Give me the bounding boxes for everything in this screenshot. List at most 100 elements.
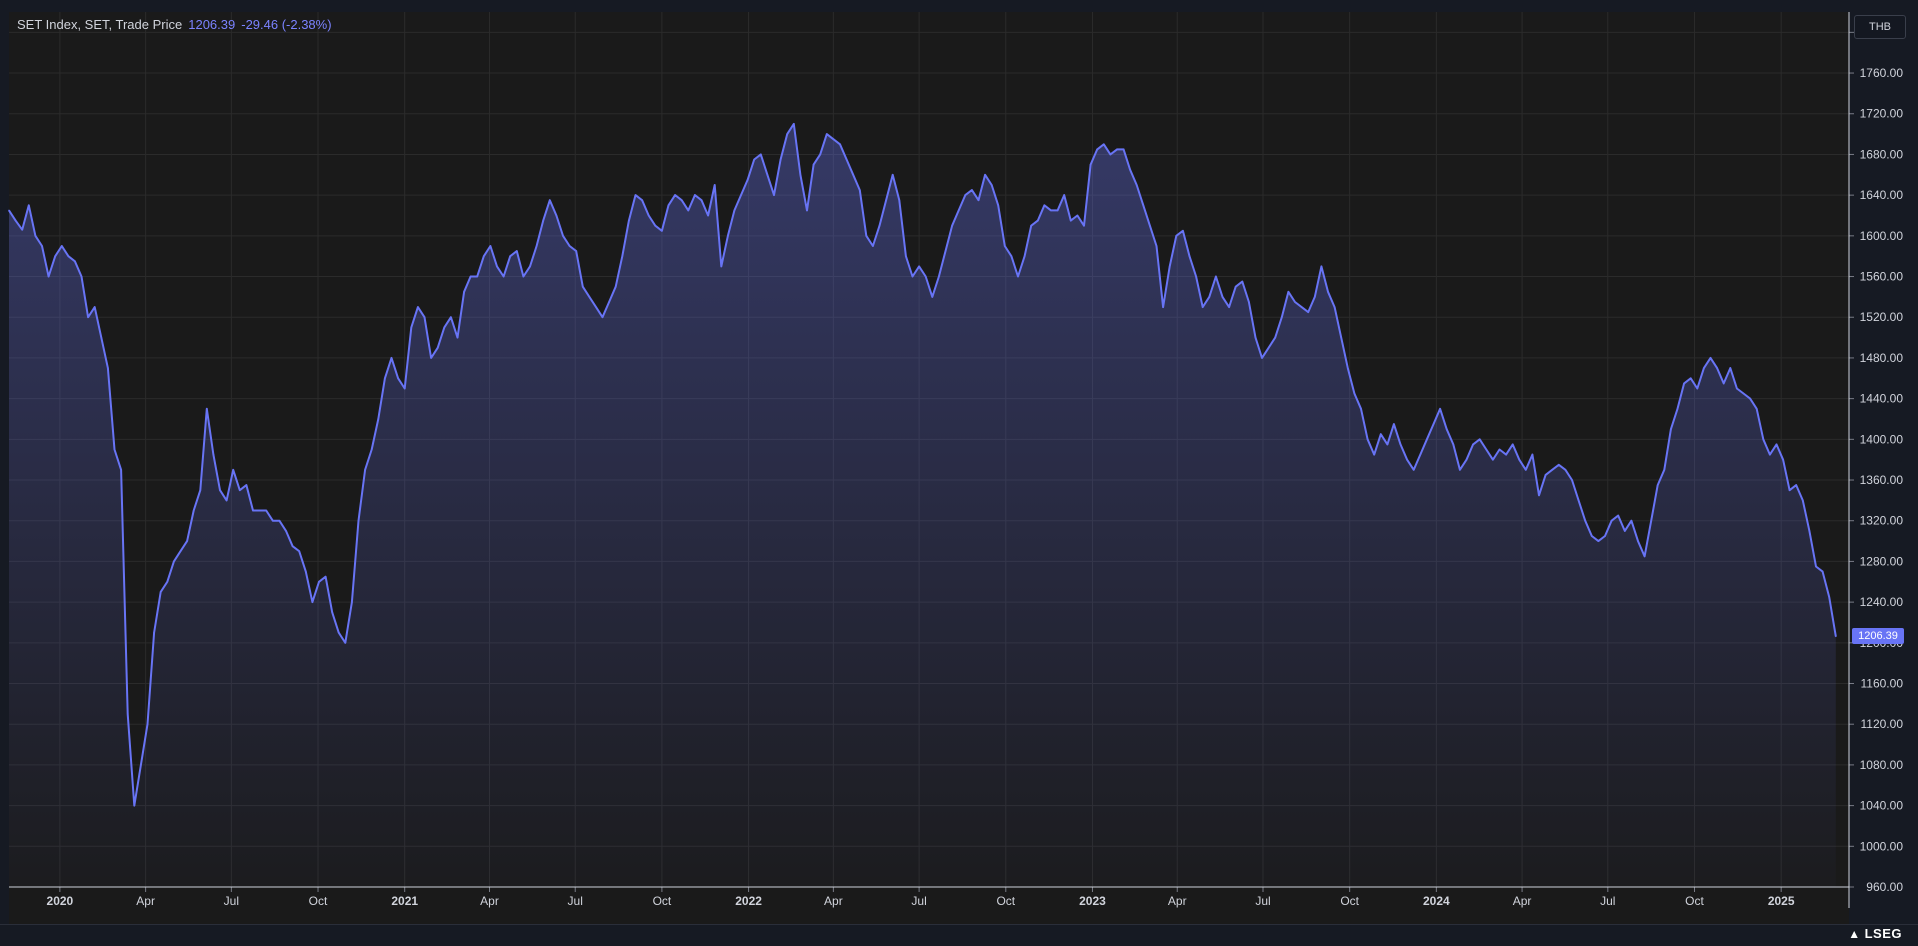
data-point	[489, 245, 492, 247]
x-tick-label: Jul	[1600, 894, 1615, 908]
data-point	[1221, 296, 1224, 298]
data-point	[793, 123, 795, 125]
data-point	[529, 265, 531, 268]
data-point	[179, 550, 182, 552]
data-point	[265, 509, 268, 512]
y-tick-label: 960.00	[1866, 880, 1903, 894]
data-point	[1050, 209, 1052, 212]
data-point	[1241, 280, 1244, 283]
data-point	[1696, 387, 1699, 390]
data-point	[1683, 382, 1685, 385]
data-point	[1617, 514, 1619, 517]
data-point	[1472, 443, 1474, 446]
data-point	[516, 250, 518, 252]
data-point	[661, 230, 663, 232]
x-tick-label: Jul	[568, 894, 583, 908]
data-point	[911, 275, 914, 278]
data-point	[206, 408, 208, 410]
data-point	[1201, 306, 1204, 308]
data-point	[733, 209, 736, 212]
data-point	[1716, 367, 1718, 369]
x-tick-label: Oct	[1340, 894, 1359, 908]
data-point	[1591, 535, 1593, 537]
data-point	[595, 306, 597, 308]
data-point	[839, 143, 841, 146]
data-point	[1004, 245, 1006, 247]
data-point	[1300, 306, 1303, 308]
data-point	[1030, 224, 1032, 227]
data-point	[107, 367, 109, 369]
data-point	[878, 224, 881, 227]
data-point	[1722, 382, 1725, 385]
data-point	[1023, 255, 1026, 257]
data-point	[1254, 336, 1257, 339]
data-point	[647, 214, 650, 217]
data-point	[859, 189, 861, 191]
y-tick-label: 1720.00	[1860, 107, 1904, 121]
data-point	[1459, 469, 1461, 471]
chart-canvas[interactable]: 960.00 1000.00 1040.00 1080.00 1120.00 1160.0…	[0, 0, 1918, 945]
instrument-name: SET Index, SET, Trade Price	[17, 17, 183, 32]
x-tick-label: Apr	[480, 894, 499, 908]
data-point	[1380, 433, 1382, 436]
data-point	[173, 560, 175, 563]
data-point	[1320, 265, 1323, 268]
x-tick-label: Apr	[824, 894, 843, 908]
data-point	[786, 133, 788, 135]
data-point	[905, 255, 907, 257]
data-point	[93, 306, 96, 308]
data-point	[1663, 469, 1666, 471]
data-point	[1511, 443, 1514, 446]
data-point	[100, 336, 103, 339]
data-point	[1175, 235, 1178, 237]
data-point	[931, 296, 934, 298]
data-point	[1162, 306, 1164, 308]
y-tick-label: 1280.00	[1860, 554, 1904, 568]
data-point	[535, 245, 538, 247]
data-point	[410, 326, 413, 329]
data-point	[760, 153, 762, 156]
data-point	[456, 336, 459, 339]
data-point	[1525, 469, 1527, 471]
lseg-logo: ▲ LSEG	[1848, 923, 1902, 945]
data-point	[977, 199, 980, 201]
data-point	[1307, 311, 1309, 313]
data-point	[753, 158, 755, 161]
data-point	[1353, 392, 1356, 395]
data-point	[331, 611, 334, 614]
y-tick-label: 1680.00	[1860, 147, 1904, 161]
data-point	[41, 245, 43, 247]
currency-button[interactable]: THB	[1854, 15, 1906, 39]
data-point	[1168, 265, 1171, 268]
data-point	[1815, 565, 1817, 568]
data-point	[67, 255, 70, 257]
data-point	[1597, 540, 1600, 542]
data-point	[806, 209, 808, 212]
data-point	[1063, 194, 1065, 196]
data-point	[924, 275, 927, 278]
data-point	[133, 804, 136, 807]
data-point	[1406, 458, 1408, 461]
data-point	[1188, 255, 1191, 257]
data-point	[1155, 245, 1158, 247]
data-point	[469, 275, 472, 278]
data-point	[746, 179, 749, 181]
data-point	[34, 235, 37, 237]
data-point	[971, 189, 973, 191]
x-tick-label: Apr	[136, 894, 155, 908]
data-point	[337, 631, 340, 634]
data-point	[1670, 428, 1672, 431]
footer-bar	[0, 924, 1918, 946]
data-point	[1538, 494, 1540, 497]
data-point	[1821, 570, 1824, 573]
data-point	[522, 275, 525, 278]
data-point	[1650, 519, 1652, 522]
x-tick-label: Oct	[309, 894, 328, 908]
data-point	[1347, 367, 1349, 369]
data-point	[812, 163, 815, 166]
data-point	[1795, 484, 1797, 486]
data-point	[872, 245, 874, 247]
data-point	[1689, 377, 1692, 380]
data-point	[199, 489, 202, 492]
data-point	[252, 509, 254, 512]
